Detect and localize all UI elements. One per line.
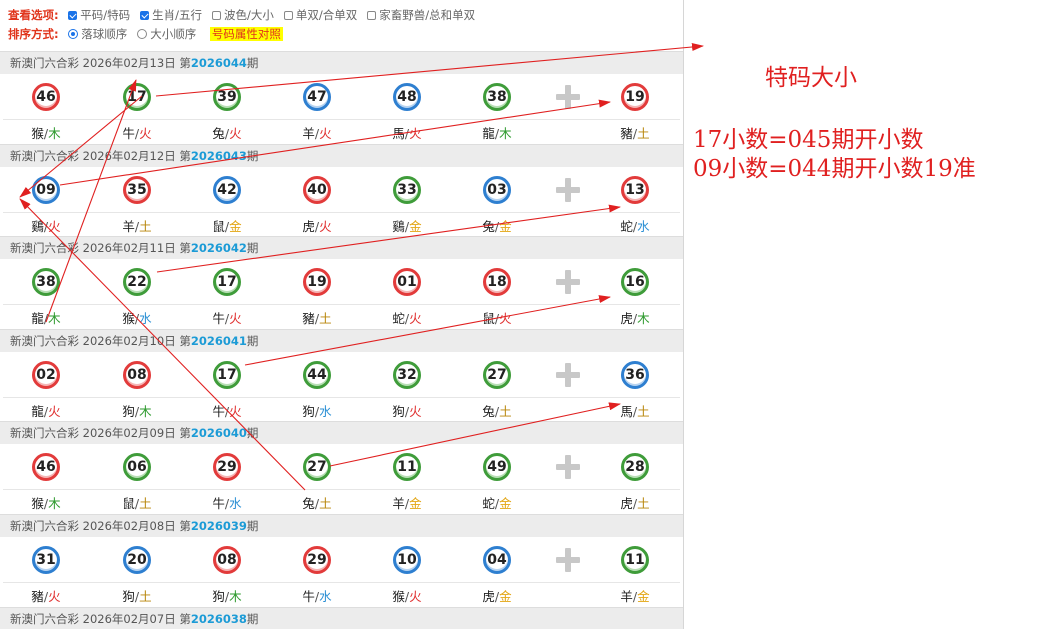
arrow-17-to-16: [244, 295, 611, 366]
arrow-27-to-left: [19, 198, 306, 491]
arrow-09-to-19: [59, 99, 611, 186]
annotation-arrows: [19, 43, 704, 491]
arrow-17-to-top: [155, 43, 704, 97]
arrow-bracket-diag-up: [45, 79, 137, 323]
arrow-22-to-13: [156, 204, 621, 273]
arrow-27-to-36: [329, 402, 621, 467]
